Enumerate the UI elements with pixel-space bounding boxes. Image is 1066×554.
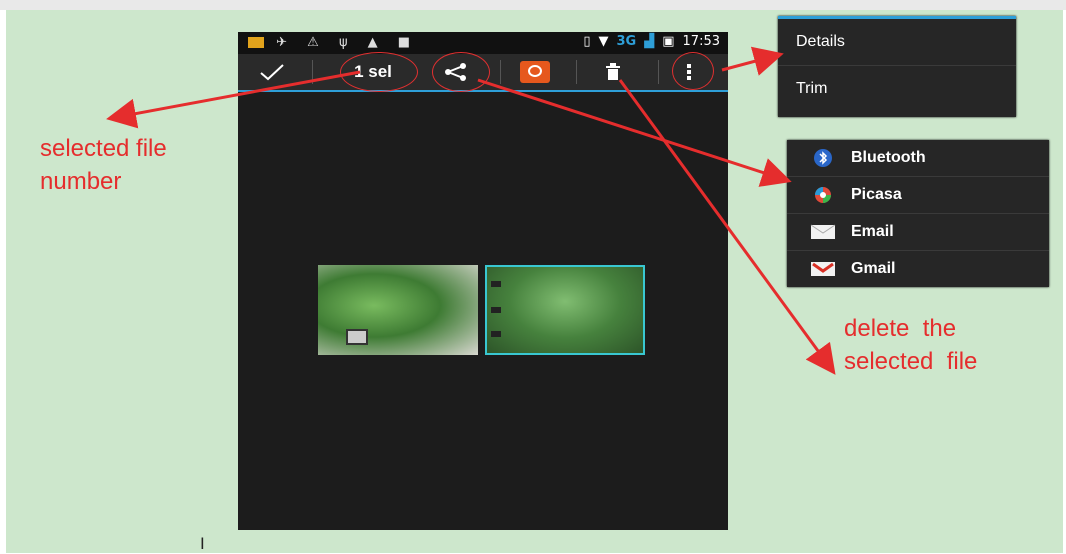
annotation-arrows bbox=[106, 46, 836, 375]
annotation-line: selected file bbox=[40, 135, 167, 162]
annotation-line: number bbox=[40, 168, 122, 195]
annotation-line: selected file bbox=[844, 348, 978, 375]
annotation-line: delete the bbox=[844, 315, 957, 342]
text-cursor-icon: Ⅰ bbox=[200, 536, 205, 553]
annotation-delete-selected-file: delete the selected file bbox=[844, 312, 977, 378]
annotation-selected-file-number: selected file number bbox=[40, 132, 167, 198]
